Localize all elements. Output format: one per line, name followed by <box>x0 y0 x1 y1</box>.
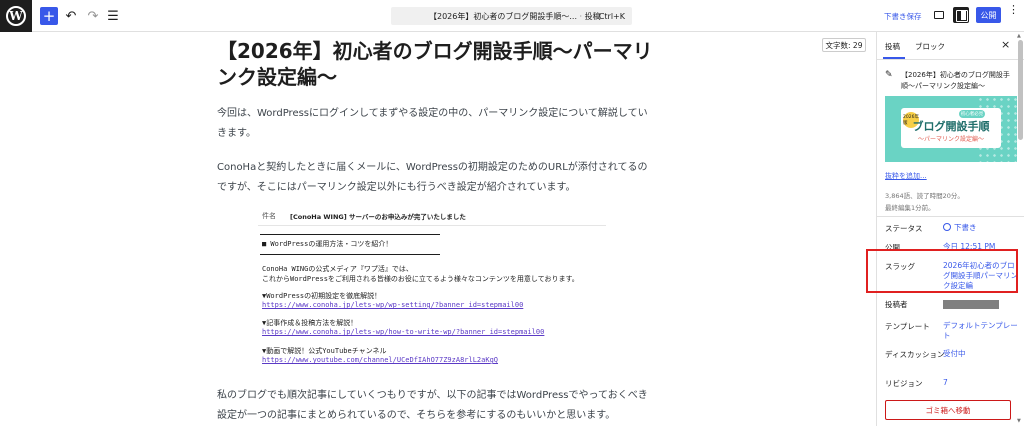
email-screenshot-image[interactable]: 件名 [ConoHa WING] サーバーのお申込みが完了いたしました ■ Wo… <box>258 206 608 374</box>
revision-label: リビジョン <box>885 379 923 388</box>
scroll-down-icon[interactable]: ▼ <box>1017 418 1021 424</box>
slug-highlight-box <box>866 249 1018 293</box>
word-count-meta: 3,864語、読了時間20分。 <box>885 192 964 200</box>
email-subject-key: 件名 <box>262 211 276 220</box>
email-divider <box>260 234 440 235</box>
email-text: ▼WordPressの初期設定を徹底解説！ <box>262 292 382 300</box>
wordpress-icon: W <box>6 6 26 26</box>
close-icon[interactable]: × <box>1001 38 1010 51</box>
tab-post[interactable]: 投稿 <box>883 41 905 59</box>
command-doc-title: 【2026年】初心者のブログ開設手順〜... · 投稿 <box>429 11 601 21</box>
email-text: ▼動画で解説！公式YouTubeチャンネル <box>262 347 387 355</box>
featured-subtitle: 〜パーマリンク設定編〜 <box>917 136 984 143</box>
publish-button[interactable]: 公開 <box>976 7 1001 23</box>
paragraph-block[interactable]: ConoHaと契約したときに届くメールに、WordPressの初期設定のためのU… <box>217 158 657 198</box>
template-button[interactable]: デフォルトテンプレート <box>943 321 1021 341</box>
featured-title: ブログ開設手順 <box>912 120 990 133</box>
status-button[interactable]: 下書き <box>943 223 1021 233</box>
sidebar-tabs: 投稿 ブロック × <box>877 32 1024 60</box>
discussion-label: ディスカッション <box>885 350 945 359</box>
email-heading: ■ WordPressの運用方法・コツを紹介！ <box>262 240 393 248</box>
preview-icon[interactable] <box>934 11 944 19</box>
template-label: テンプレート <box>885 322 930 331</box>
author-label: 投稿者 <box>885 300 908 309</box>
author-redacted[interactable] <box>943 300 999 309</box>
email-link: https://www.youtube.com/channel/UCeDfIAh… <box>262 356 499 364</box>
command-palette-bar[interactable]: 【2026年】初心者のブログ開設手順〜... · 投稿 Ctrl+K <box>391 7 632 25</box>
last-edited-meta: 最終編集1分前。 <box>885 204 935 212</box>
editor-header: W + ↶ ↷ ☰ 【2026年】初心者のブログ開設手順〜... · 投稿 Ct… <box>0 0 1024 32</box>
divider <box>877 216 1024 217</box>
email-link: https://www.conoha.jp/lets-wp/wp-setting… <box>262 301 524 309</box>
undo-button[interactable]: ↶ <box>64 6 78 26</box>
add-block-button[interactable]: + <box>40 7 58 25</box>
scroll-up-icon[interactable]: ▲ <box>1017 33 1021 39</box>
settings-sidebar-icon[interactable] <box>953 7 969 23</box>
settings-sidebar: 投稿 ブロック × ✎ 【2026年】初心者のブログ開設手順〜パーマリンク設定編… <box>876 32 1024 426</box>
email-link: https://www.conoha.jp/lets-wp/how-to-wri… <box>262 328 545 336</box>
status-label: ステータス <box>885 224 923 233</box>
tab-block[interactable]: ブロック <box>915 41 945 52</box>
add-excerpt-link[interactable]: 抜粋を追加... <box>885 171 927 181</box>
word-count-badge: 文字数: 29 <box>822 38 866 52</box>
paragraph-block[interactable]: 私のブログでも順次記事にしていくつもりですが、以下の記事ではWordPressで… <box>217 386 657 426</box>
email-subject-value: [ConoHa WING] サーバーのお申込みが完了いたしました <box>290 212 466 221</box>
move-to-trash-button[interactable]: ゴミ箱へ移動 <box>885 400 1011 420</box>
featured-card: 2026年版 初心者必見 ブログ開設手順 〜パーマリンク設定編〜 <box>901 108 1001 148</box>
email-text: ▼記事作成＆投稿方法を解説！ <box>262 319 358 327</box>
discussion-button[interactable]: 受付中 <box>943 349 1021 359</box>
redo-button[interactable]: ↷ <box>86 6 100 26</box>
draft-status-icon <box>943 223 951 231</box>
sidebar-scrollbar[interactable] <box>1018 40 1023 140</box>
revision-button[interactable]: 7 <box>943 378 1021 388</box>
post-title[interactable]: 【2026年】初心者のブログ開設手順〜パーマリンク設定編〜 <box>217 38 657 90</box>
featured-image[interactable]: 2026年版 初心者必見 ブログ開設手順 〜パーマリンク設定編〜 <box>885 96 1017 162</box>
post-summary-title: 【2026年】初心者のブログ開設手順〜パーマリンク設定編〜 <box>901 71 1010 90</box>
post-icon: ✎ <box>885 70 893 80</box>
email-text: これからWordPressをご利用される皆様のお役に立てるよう様々なコンテンツを… <box>262 275 579 283</box>
command-shortcut: Ctrl+K <box>598 11 625 21</box>
paragraph-block[interactable]: 今回は、WordPressにログインしてまずやる設定の中の、パーマリンク設定につ… <box>217 104 657 144</box>
editor-canvas: 文字数: 29 【2026年】初心者のブログ開設手順〜パーマリンク設定編〜 今回… <box>0 32 876 426</box>
email-text: ConoHa WINGの公式メディア『ワプ活』では、 <box>262 265 413 273</box>
email-divider <box>260 254 440 255</box>
options-menu-icon[interactable]: ⋮ <box>1008 4 1019 15</box>
wordpress-logo[interactable]: W <box>0 0 32 32</box>
featured-pill: 初心者必見 <box>959 110 985 118</box>
save-draft-button[interactable]: 下書き保存 <box>884 11 922 22</box>
list-view-button[interactable]: ☰ <box>106 6 120 26</box>
email-subject-row: 件名 [ConoHa WING] サーバーのお申込みが完了いたしました <box>258 206 606 226</box>
